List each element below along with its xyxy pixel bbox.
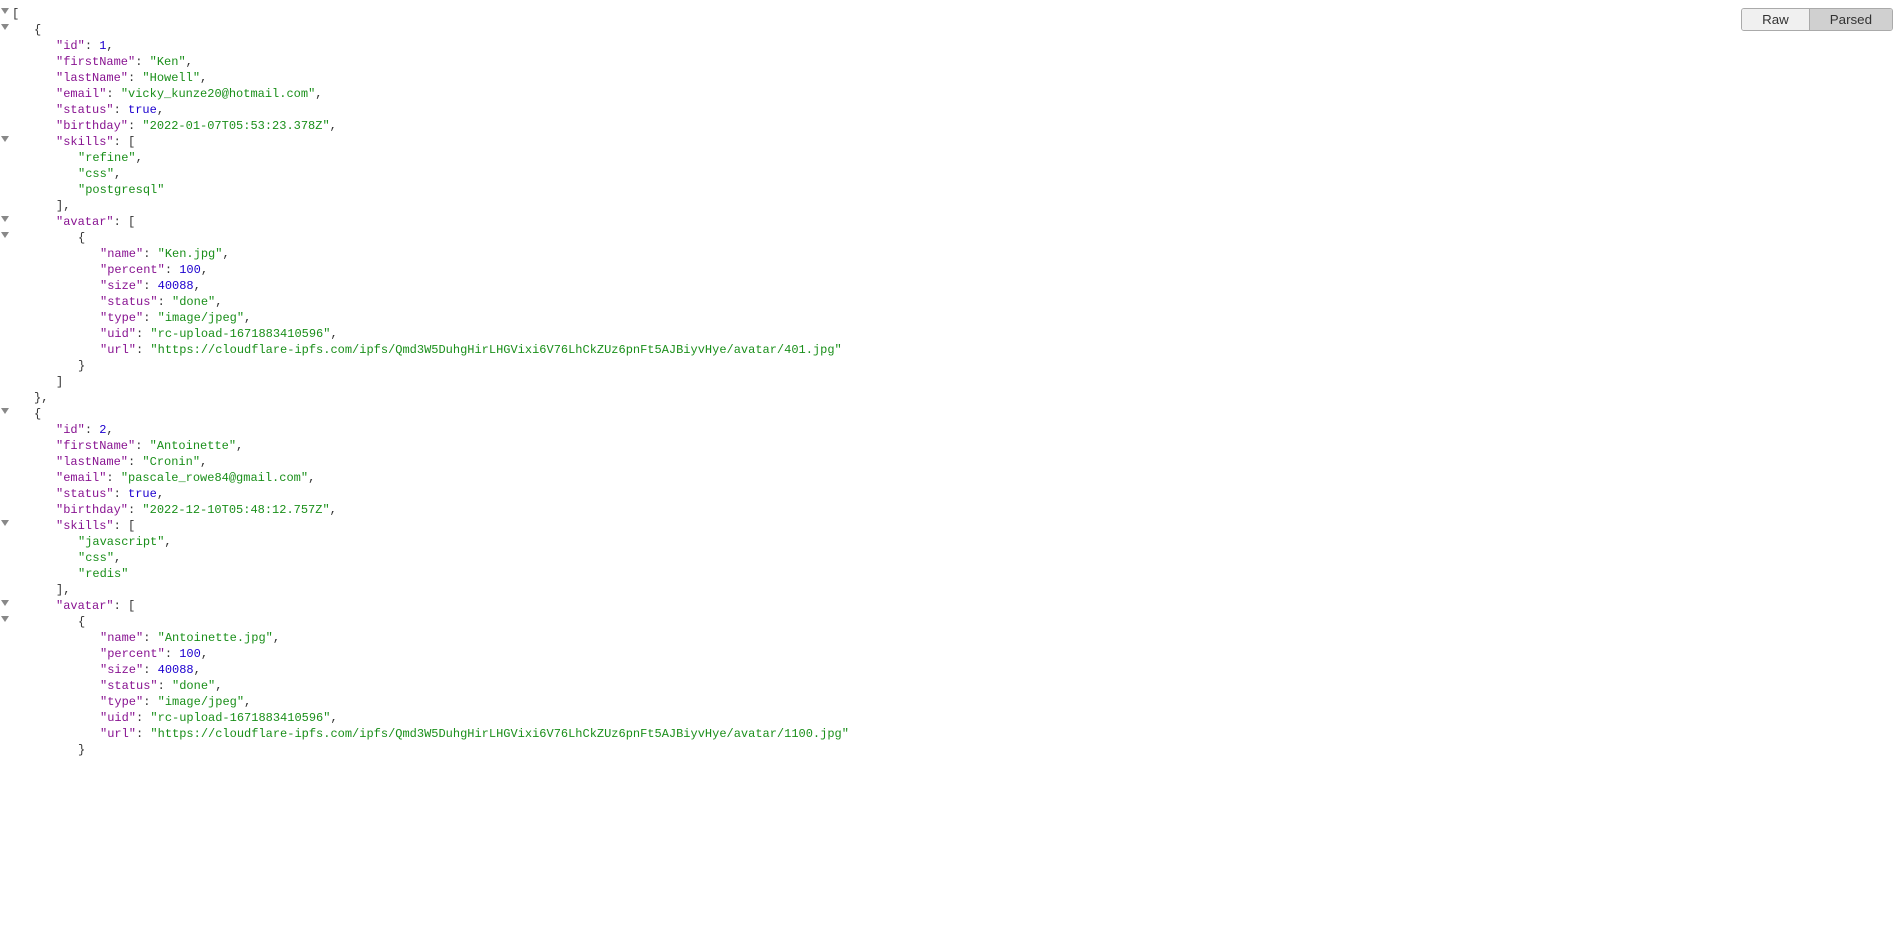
chevron-down-icon[interactable]: [1, 616, 9, 622]
object-open[interactable]: {: [12, 230, 1897, 246]
json-row: "css",: [12, 166, 1897, 182]
json-row: "email": "pascale_rowe84@gmail.com",: [12, 470, 1897, 486]
chevron-down-icon[interactable]: [1, 232, 9, 238]
json-row: "status": "done",: [12, 678, 1897, 694]
chevron-down-icon[interactable]: [1, 24, 9, 30]
json-row: "percent": 100,: [12, 646, 1897, 662]
json-row: "birthday": "2022-01-07T05:53:23.378Z",: [12, 118, 1897, 134]
json-row: "percent": 100,: [12, 262, 1897, 278]
array-close: ],: [12, 582, 1897, 598]
json-row: "name": "Antoinette.jpg",: [12, 630, 1897, 646]
chevron-down-icon[interactable]: [1, 408, 9, 414]
object-open[interactable]: {: [12, 22, 1897, 38]
json-row: "css",: [12, 550, 1897, 566]
chevron-down-icon[interactable]: [1, 600, 9, 606]
json-row: "size": 40088,: [12, 278, 1897, 294]
chevron-down-icon[interactable]: [1, 520, 9, 526]
json-row: "redis": [12, 566, 1897, 582]
json-row: "status": true,: [12, 102, 1897, 118]
json-row-array[interactable]: "skills": [: [12, 134, 1897, 150]
json-row: "uid": "rc-upload-1671883410596",: [12, 710, 1897, 726]
json-row: "name": "Ken.jpg",: [12, 246, 1897, 262]
json-row-array[interactable]: "avatar": [: [12, 214, 1897, 230]
json-row: "type": "image/jpeg",: [12, 310, 1897, 326]
object-close: }: [12, 358, 1897, 374]
json-row: "birthday": "2022-12-10T05:48:12.757Z",: [12, 502, 1897, 518]
json-row: "lastName": "Howell",: [12, 70, 1897, 86]
json-row: "size": 40088,: [12, 662, 1897, 678]
json-row: "url": "https://cloudflare-ipfs.com/ipfs…: [12, 342, 1897, 358]
json-row: "email": "vicky_kunze20@hotmail.com",: [12, 86, 1897, 102]
json-row-array[interactable]: "skills": [: [12, 518, 1897, 534]
json-row: "id": 1,: [12, 38, 1897, 54]
json-row-array[interactable]: "avatar": [: [12, 598, 1897, 614]
chevron-down-icon[interactable]: [1, 136, 9, 142]
object-close: },: [12, 390, 1897, 406]
json-row: "status": "done",: [12, 294, 1897, 310]
json-row: "uid": "rc-upload-1671883410596",: [12, 326, 1897, 342]
object-open[interactable]: {: [12, 406, 1897, 422]
json-tree-root: [ { "id": 1, "firstName": "Ken", "lastNa…: [0, 0, 1901, 764]
array-close: ]: [12, 374, 1897, 390]
json-row: "status": true,: [12, 486, 1897, 502]
json-row: "postgresql": [12, 182, 1897, 198]
json-row: "javascript",: [12, 534, 1897, 550]
array-close: ],: [12, 198, 1897, 214]
object-close: }: [12, 742, 1897, 758]
json-row: "id": 2,: [12, 422, 1897, 438]
json-row: "firstName": "Antoinette",: [12, 438, 1897, 454]
json-row: "lastName": "Cronin",: [12, 454, 1897, 470]
object-open[interactable]: {: [12, 614, 1897, 630]
json-row: "type": "image/jpeg",: [12, 694, 1897, 710]
array-open[interactable]: [: [12, 6, 1897, 22]
json-row: "url": "https://cloudflare-ipfs.com/ipfs…: [12, 726, 1897, 742]
chevron-down-icon[interactable]: [1, 8, 9, 14]
chevron-down-icon[interactable]: [1, 216, 9, 222]
json-row: "refine",: [12, 150, 1897, 166]
json-row: "firstName": "Ken",: [12, 54, 1897, 70]
